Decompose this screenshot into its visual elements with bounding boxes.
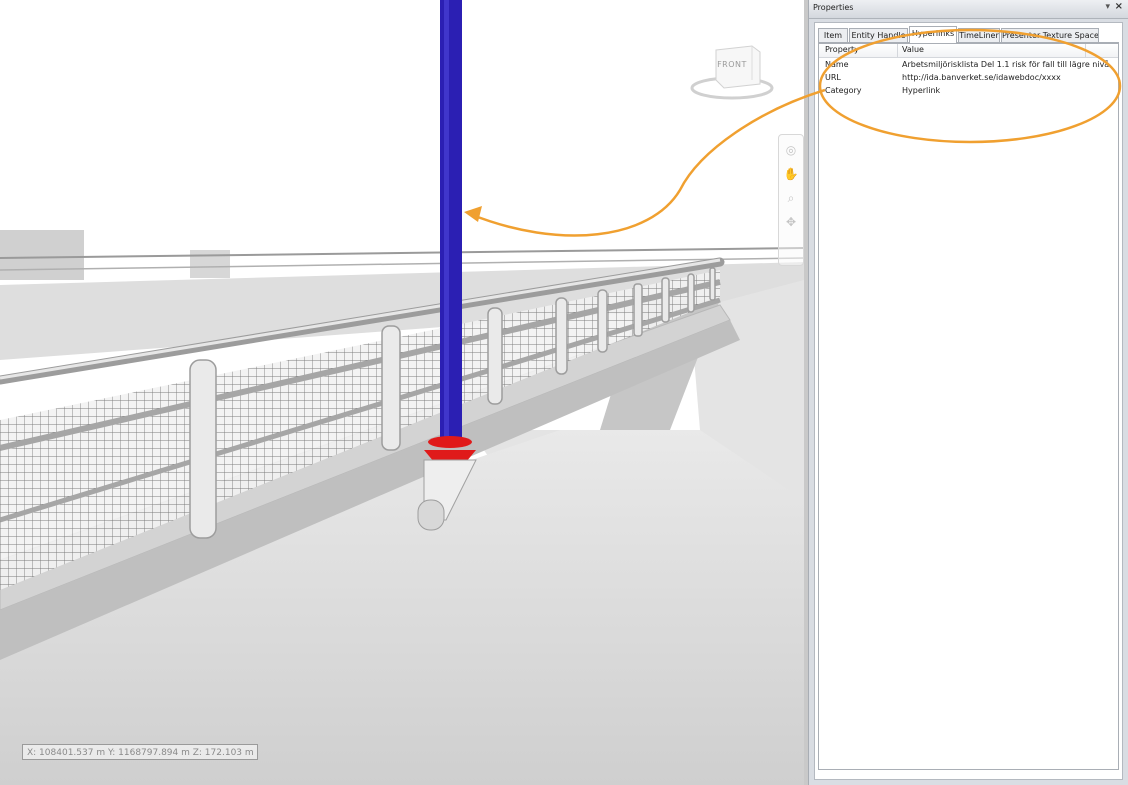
row-property: URL	[825, 73, 841, 82]
navigation-bar[interactable]: ◎ ✋ ⌕ ✥	[778, 134, 804, 266]
row-value: http://ida.banverket.se/idawebdoc/xxxx	[902, 73, 1061, 82]
scene-render	[0, 0, 804, 785]
column-separator[interactable]	[1085, 44, 1086, 57]
row-value: Arbetsmiljörisklista Del 1.1 risk för fa…	[902, 60, 1110, 69]
walk-icon[interactable]: ✥	[782, 213, 800, 231]
tab-strip: Item Entity Handle Hyperlinks TimeLiner …	[818, 26, 1119, 43]
3d-viewport[interactable]: FRONT ◎ ✋ ⌕ ✥ X: 108401.537 m Y: 1168797…	[0, 0, 804, 785]
pin-icon[interactable]: ▾	[1105, 2, 1110, 12]
coordinate-readout: X: 108401.537 m Y: 1168797.894 m Z: 172.…	[22, 744, 258, 760]
table-row[interactable]: URL http://ida.banverket.se/idawebdoc/xx…	[819, 71, 1118, 84]
viewcube[interactable]: FRONT	[690, 40, 774, 104]
properties-panel: Properties ▾ × Item Entity Handle Hyperl…	[808, 0, 1128, 785]
row-property: Category	[825, 86, 862, 95]
orbit-icon[interactable]: ◎	[782, 141, 800, 159]
tab-presenter-texture-space[interactable]: Presenter Texture Space	[1001, 28, 1099, 42]
panel-title: Properties	[813, 3, 854, 12]
viewcube-face-label: FRONT	[717, 60, 747, 69]
tab-timeliner[interactable]: TimeLiner	[958, 28, 1000, 42]
zoom-icon[interactable]: ⌕	[782, 189, 800, 207]
viewcube-shape	[690, 45, 774, 100]
tab-entity-handle[interactable]: Entity Handle	[849, 28, 908, 42]
panel-title-bar[interactable]: Properties ▾ ×	[809, 0, 1128, 19]
row-property: Name	[825, 60, 849, 69]
column-header-value[interactable]: Value	[902, 45, 924, 54]
close-icon[interactable]: ×	[1115, 1, 1123, 12]
pan-hand-icon[interactable]: ✋	[782, 165, 800, 183]
table-row[interactable]: Category Hyperlink	[819, 84, 1118, 97]
distant-railing	[0, 247, 804, 259]
background-building	[0, 230, 84, 280]
panel-body: Item Entity Handle Hyperlinks TimeLiner …	[814, 22, 1123, 780]
row-value: Hyperlink	[902, 86, 941, 95]
tab-hyperlinks[interactable]: Hyperlinks	[909, 26, 957, 43]
column-separator[interactable]	[897, 44, 898, 57]
tab-item[interactable]: Item	[818, 28, 848, 42]
grid-header: Property Value	[819, 44, 1118, 58]
pole-foot	[417, 499, 445, 531]
blue-pole-highlight	[444, 0, 449, 442]
blue-pole	[440, 0, 462, 442]
column-header-property[interactable]: Property	[825, 45, 859, 54]
properties-grid: Property Value Name Arbetsmiljörisklista…	[818, 43, 1119, 770]
pole-base-flange	[428, 436, 472, 448]
background-building	[190, 250, 230, 278]
table-row[interactable]: Name Arbetsmiljörisklista Del 1.1 risk f…	[819, 58, 1118, 71]
